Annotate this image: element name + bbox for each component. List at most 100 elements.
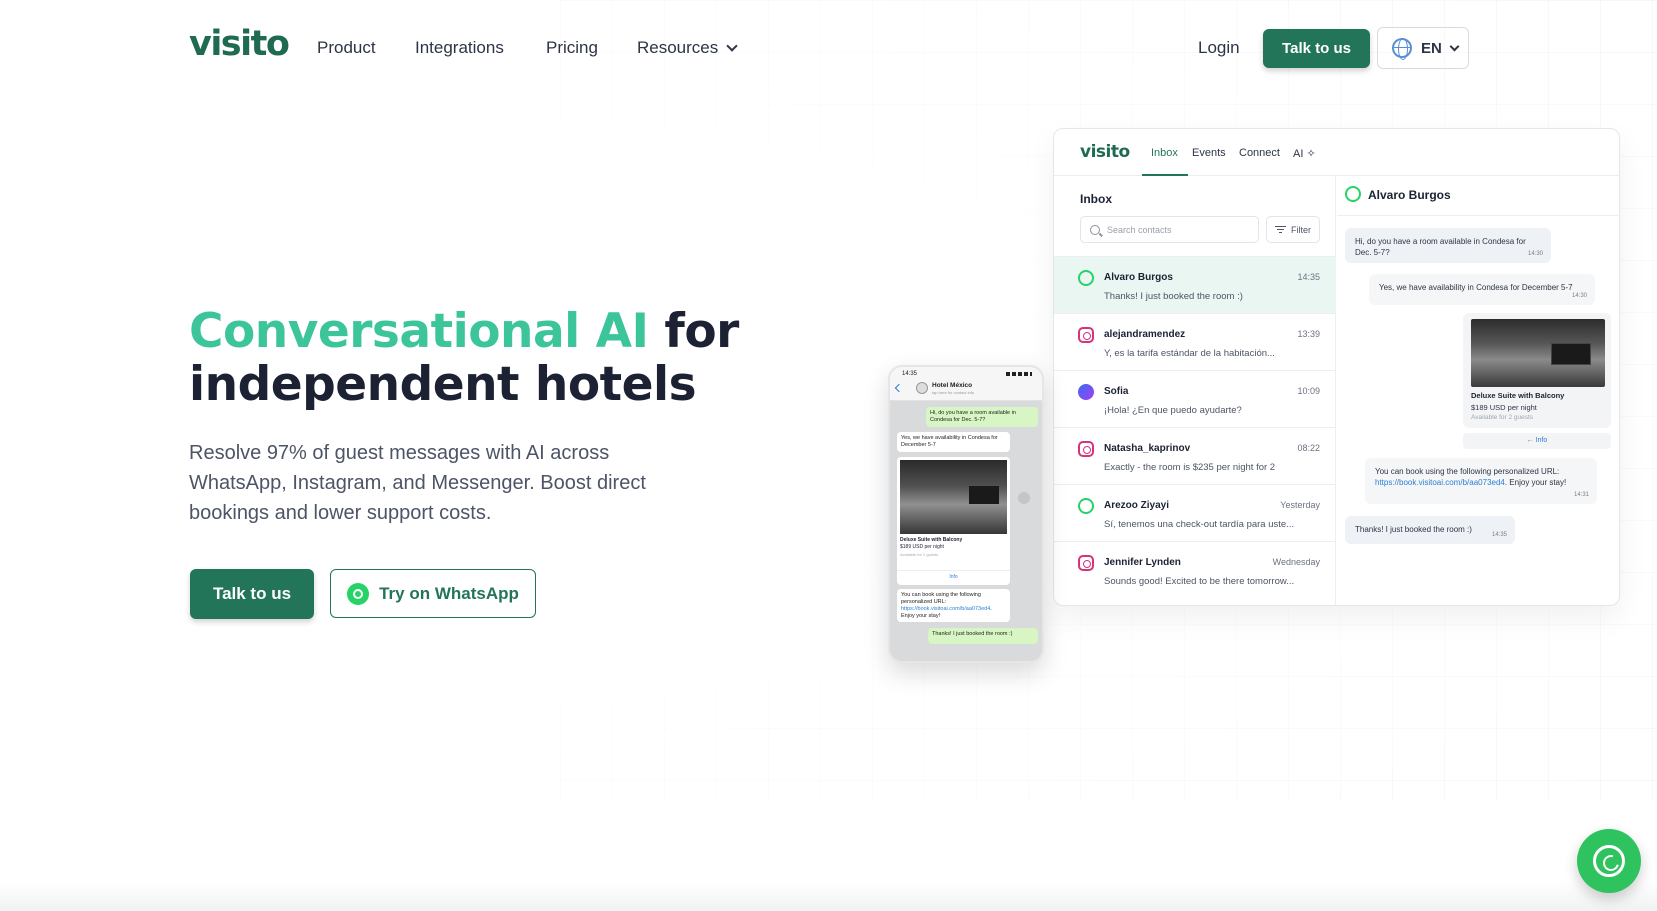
message-time: 14:35 <box>1491 532 1507 538</box>
filter-icon <box>1275 226 1286 234</box>
filter-label: Filter <box>1291 224 1311 235</box>
message-text: Yes, we have availability in Condesa for… <box>901 435 998 448</box>
conversation-name: Arezoo Ziyayi <box>1104 500 1170 511</box>
whatsapp-icon <box>1078 270 1094 286</box>
whatsapp-icon <box>1345 186 1361 202</box>
tab-connect[interactable]: Connect <box>1239 147 1280 159</box>
tab-ai[interactable]: AI ✧ <box>1293 147 1316 160</box>
hero-title: Conversational AI for independent hotels <box>189 305 739 411</box>
search-contacts-input[interactable]: Search contacts <box>1080 216 1259 243</box>
nav-link-product[interactable]: Product <box>317 38 376 58</box>
message-text-end: . Enjoy your stay! <box>1504 478 1567 487</box>
booking-link[interactable]: https://book.visitoai.com/b/aa073ed4 <box>1375 478 1505 487</box>
message-text: Yes, we have availability in Condesa for… <box>1379 283 1573 292</box>
conversation-preview: Sounds good! Excited to be there tomorro… <box>1104 576 1295 587</box>
room-price: $189 USD per night <box>900 544 944 550</box>
nav-link-resources-label: Resources <box>637 38 719 57</box>
message-text: Thanks! I just booked the room :) <box>932 631 1013 637</box>
conversation-preview: Exactly - the room is $235 per night for… <box>1104 462 1276 473</box>
conversation-time: Yesterday <box>1280 500 1320 510</box>
room-title: Deluxe Suite with Balcony <box>900 537 963 543</box>
conversation-item[interactable]: Jennifer Lynden Wednesday Sounds good! E… <box>1054 541 1336 599</box>
nav-link-resources[interactable]: Resources <box>637 38 738 58</box>
avatar <box>916 382 928 394</box>
room-availability: Available for 2 guests <box>900 552 939 557</box>
outgoing-message: You can book using the following persona… <box>1365 458 1597 504</box>
visito-logo[interactable]: visito <box>189 24 290 64</box>
conversation-item[interactable]: alejandramendez 13:39 Y, es la tarifa es… <box>1054 313 1336 371</box>
conversation-item[interactable]: Natasha_kaprinov 08:22 Exactly - the roo… <box>1054 427 1336 485</box>
phone-outgoing-message: Thanks! I just booked the room :) <box>928 628 1038 644</box>
room-image <box>900 460 1007 534</box>
room-info-button[interactable]: ← Info <box>1463 433 1611 449</box>
tab-inbox[interactable]: Inbox <box>1151 147 1178 159</box>
phone-contact-sub: tap here for contact info <box>932 390 975 395</box>
room-title: Deluxe Suite with Balcony <box>1471 391 1565 400</box>
message-text: You can book using the following persona… <box>1375 467 1560 476</box>
phone-info-button: Info <box>897 570 1010 580</box>
conversation-name: alejandramendez <box>1104 329 1186 340</box>
app-preview-window: visito Inbox Events Connect AI ✧ Inbox S… <box>1053 128 1620 606</box>
conversation-time: 10:09 <box>1297 386 1320 396</box>
incoming-message: Hi, do you have a room available in Cond… <box>1345 228 1551 263</box>
language-selector[interactable]: EN <box>1377 27 1469 69</box>
chevron-down-icon <box>726 40 738 52</box>
phone-chat-header: 14:35 Hotel México tap here for contact … <box>890 367 1042 401</box>
conversation-time: 14:35 <box>1297 272 1320 282</box>
conversation-name: Jennifer Lynden <box>1104 557 1181 568</box>
search-icon <box>1090 225 1100 235</box>
message-time: 14:30 <box>1571 293 1587 299</box>
message-time: 14:31 <box>1573 492 1589 498</box>
phone-incoming-message: Yes, we have availability in Condesa for… <box>897 432 1010 452</box>
chevron-down-icon <box>1449 41 1460 51</box>
conversation-item[interactable]: Alvaro Burgos 14:35 Thanks! I just booke… <box>1054 256 1336 314</box>
outgoing-message: Yes, we have availability in Condesa for… <box>1369 274 1595 305</box>
phone-incoming-message: You can book using the following persona… <box>897 589 1010 622</box>
app-header: visito Inbox Events Connect AI ✧ <box>1054 129 1619 176</box>
try-on-whatsapp-button[interactable]: Try on WhatsApp <box>330 569 536 618</box>
conversation-preview: ¡Hola! ¿En que puedo ayudarte? <box>1104 405 1242 416</box>
room-card[interactable]: Deluxe Suite with Balcony $189 USD per n… <box>1463 313 1611 428</box>
conversation-item[interactable]: Arezoo Ziyayi Yesterday Sí, tenemos una … <box>1054 484 1336 542</box>
info-label: Info <box>1535 437 1548 444</box>
forward-icon <box>1018 492 1030 504</box>
phone-clock: 14:35 <box>902 371 918 377</box>
phone-outgoing-message: Hi, do you have a room available in Cond… <box>926 407 1038 427</box>
conversation-time: Wednesday <box>1272 557 1320 567</box>
instagram-icon <box>1078 327 1094 343</box>
conversation-name: Alvaro Burgos <box>1104 272 1173 283</box>
bottom-fade <box>0 881 1657 911</box>
whatsapp-icon <box>347 582 370 605</box>
room-availability: Available for 2 guests <box>1471 414 1534 421</box>
hero-title-accent: Conversational AI <box>189 304 649 359</box>
chat-pane: Alvaro Burgos Hi, do you have a room ava… <box>1337 176 1619 605</box>
conversation-preview: Sí, tenemos una check-out tardía para us… <box>1104 519 1295 530</box>
whatsapp-chat-button[interactable] <box>1577 829 1641 893</box>
signal-icon <box>1006 372 1032 376</box>
inbox-pane: Inbox Search contacts Filter Alvaro Burg… <box>1054 176 1336 605</box>
phone-room-card: Deluxe Suite with Balcony $189 USD per n… <box>897 457 1010 585</box>
message-text: Hi, do you have a room available in Cond… <box>1355 237 1526 257</box>
talk-to-us-nav-button[interactable]: Talk to us <box>1263 29 1370 68</box>
talk-to-us-hero-button[interactable]: Talk to us <box>190 569 314 619</box>
nav-link-pricing[interactable]: Pricing <box>546 38 598 58</box>
phone-mockup: 14:35 Hotel México tap here for contact … <box>888 365 1044 663</box>
sparkle-icon: ✧ <box>1306 148 1316 160</box>
hero-title-line2: independent hotels <box>189 357 697 412</box>
top-navigation: visito Product Integrations Pricing Reso… <box>0 0 1657 96</box>
tab-events[interactable]: Events <box>1192 147 1226 159</box>
nav-link-integrations[interactable]: Integrations <box>415 38 504 58</box>
app-logo: visito <box>1080 142 1130 162</box>
filter-button[interactable]: Filter <box>1266 216 1320 243</box>
messenger-icon <box>1078 384 1094 400</box>
try-on-whatsapp-label: Try on WhatsApp <box>379 583 519 603</box>
phone-contact-name: Hotel México <box>932 382 973 389</box>
conversation-time: 08:22 <box>1297 443 1320 453</box>
inbox-title: Inbox <box>1080 192 1112 206</box>
whatsapp-icon <box>1593 845 1625 877</box>
message-text: Thanks! I just booked the room :) <box>1355 525 1472 534</box>
login-link[interactable]: Login <box>1198 38 1240 58</box>
hero-subtitle: Resolve 97% of guest messages with AI ac… <box>189 442 646 524</box>
search-placeholder: Search contacts <box>1107 224 1172 235</box>
conversation-item[interactable]: Sofia 10:09 ¡Hola! ¿En que puedo ayudart… <box>1054 370 1336 428</box>
